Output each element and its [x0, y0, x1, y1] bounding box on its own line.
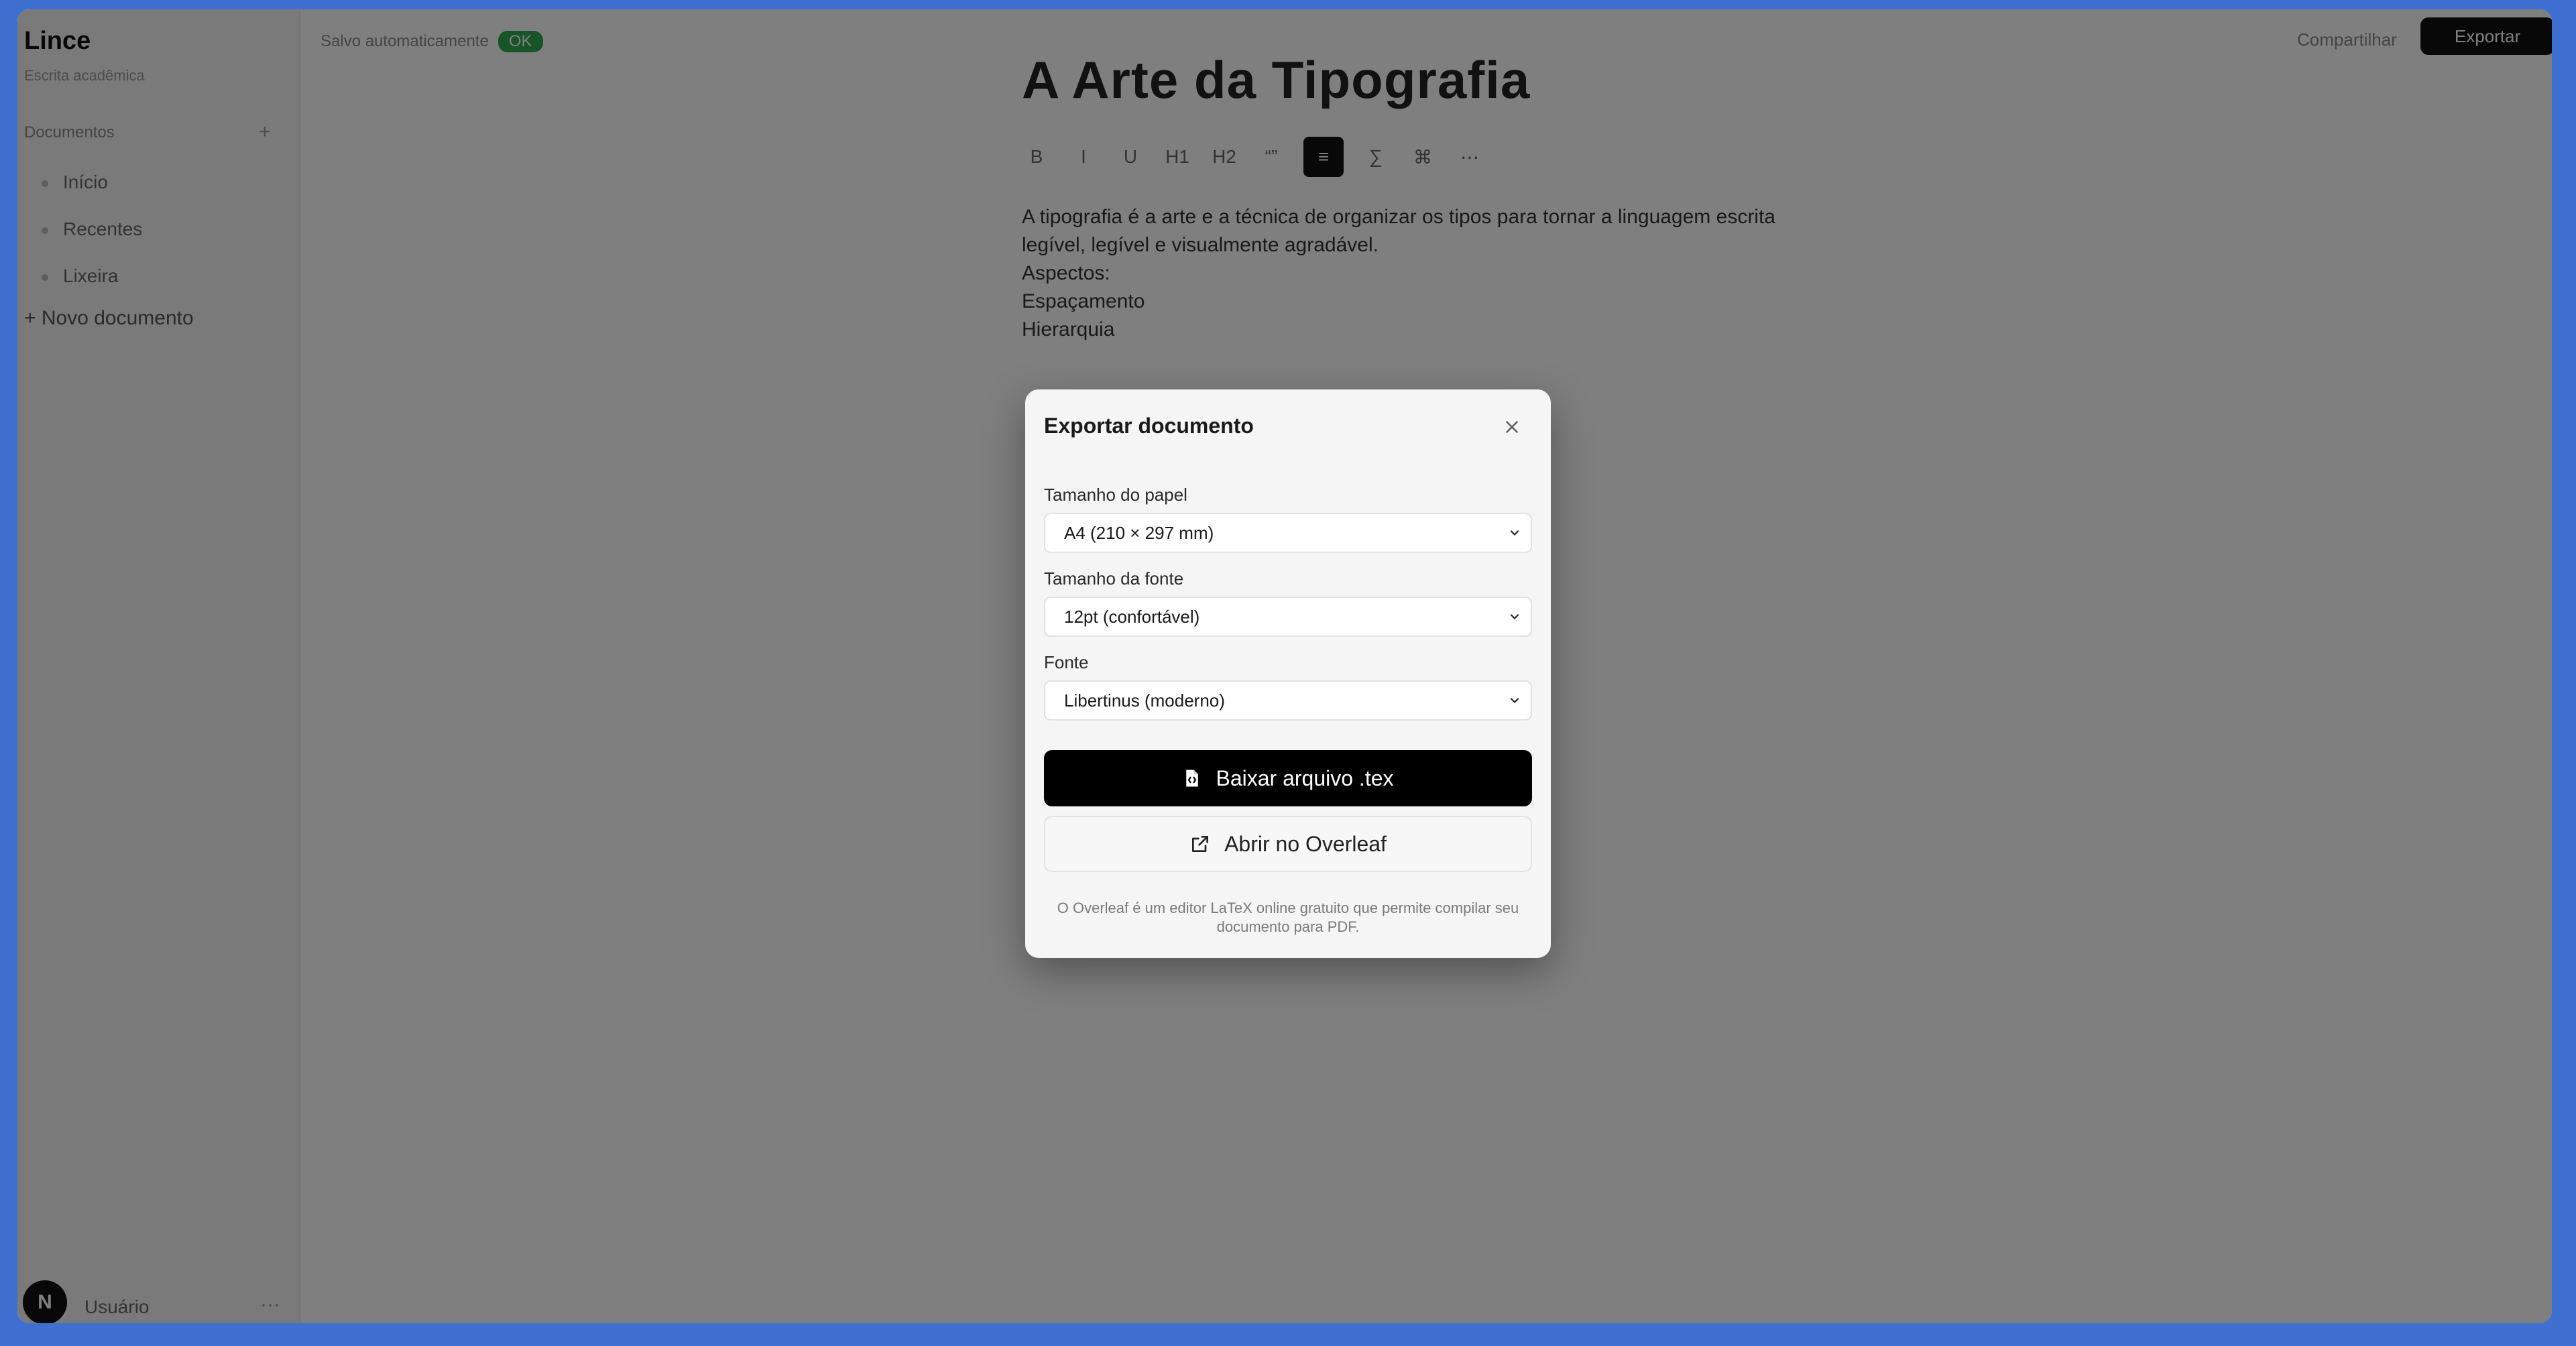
overleaf-info-text: O Overleaf é um editor LaTeX online grat… — [1057, 900, 1519, 935]
open-overleaf-button[interactable]: Abrir no Overleaf — [1044, 816, 1532, 872]
open-overleaf-label: Abrir no Overleaf — [1224, 831, 1387, 856]
font-label: Fonte — [1044, 652, 1089, 672]
paper-size-value: A4 (210 × 297 mm) — [1064, 522, 1214, 543]
font-value: Libertinus (moderno) — [1064, 690, 1225, 711]
font-size-select[interactable]: 12pt (confortável) — [1044, 597, 1532, 637]
font-select[interactable]: Libertinus (moderno) — [1044, 680, 1532, 721]
file-code-icon — [1186, 770, 1199, 787]
chevron-down-icon — [1510, 698, 1519, 703]
paper-size-label: Tamanho do papel — [1044, 485, 1187, 505]
close-icon — [1506, 421, 1518, 433]
download-tex-button[interactable]: Baixar arquivo .tex — [1044, 750, 1532, 806]
download-tex-label: Baixar arquivo .tex — [1216, 766, 1394, 790]
font-size-value: 12pt (confortável) — [1064, 606, 1200, 627]
dialog-title: Exportar documento — [1044, 414, 1254, 438]
external-link-icon — [1192, 836, 1209, 852]
export-dialog: Exportar documento Tamanho do papel A4 (… — [1025, 389, 1551, 958]
chevron-down-icon — [1510, 614, 1519, 619]
chevron-down-icon — [1510, 530, 1519, 536]
paper-size-select[interactable]: A4 (210 × 297 mm) — [1044, 513, 1532, 553]
font-size-label: Tamanho da fonte — [1044, 568, 1184, 589]
close-button[interactable] — [1499, 414, 1525, 440]
